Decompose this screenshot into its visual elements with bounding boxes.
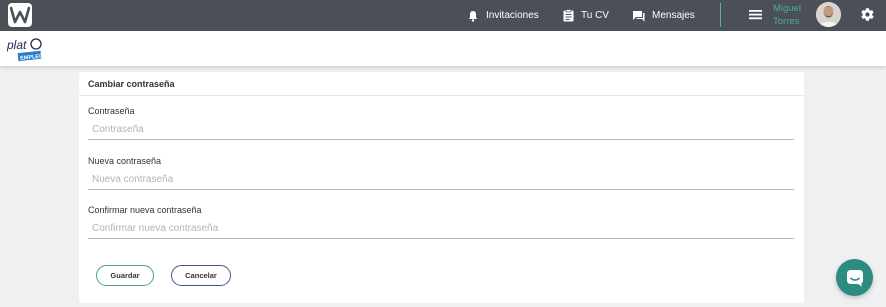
- avatar[interactable]: [816, 2, 841, 27]
- nav-invitations[interactable]: Invitaciones: [467, 0, 539, 31]
- user-photo-icon: [816, 2, 841, 27]
- clipboard-icon: [563, 9, 574, 22]
- nav-cv-label: Tu CV: [581, 10, 609, 21]
- svg-text:EMPLEO: EMPLEO: [20, 53, 43, 61]
- app-logo[interactable]: [8, 3, 32, 27]
- brand-bar: plat EMPLEO: [0, 31, 886, 66]
- new-password-label: Nueva contraseña: [88, 156, 162, 166]
- card-title: Cambiar contraseña: [79, 72, 804, 96]
- chat-icon: [633, 10, 645, 21]
- save-button[interactable]: Guardar: [96, 265, 154, 286]
- cancel-button[interactable]: Cancelar: [171, 265, 231, 286]
- chat-bubble-icon: [846, 269, 863, 286]
- current-password-label: Contraseña: [88, 106, 135, 116]
- nav-divider: [720, 3, 721, 27]
- chat-launcher-button[interactable]: [836, 259, 873, 296]
- top-nav: Invitaciones Tu CV Mensajes Miguel Torre…: [0, 0, 886, 31]
- nav-invitations-label: Invitaciones: [486, 10, 539, 21]
- new-password-input[interactable]: [88, 170, 794, 190]
- gear-icon[interactable]: [860, 7, 875, 22]
- w-logo-icon: [10, 6, 30, 24]
- bell-icon: [468, 10, 478, 22]
- user-first-name: Miguel: [773, 3, 801, 14]
- user-name[interactable]: Miguel Torres: [773, 2, 813, 28]
- confirm-password-label: Confirmar nueva contraseña: [88, 205, 202, 215]
- user-last-name: Torres: [773, 16, 800, 27]
- svg-text:plat: plat: [7, 38, 27, 52]
- current-password-input[interactable]: [88, 120, 794, 140]
- platempleo-logo[interactable]: plat EMPLEO: [7, 34, 43, 64]
- confirm-password-input[interactable]: [88, 219, 794, 239]
- nav-cv[interactable]: Tu CV: [563, 0, 609, 31]
- nav-messages-label: Mensajes: [652, 10, 695, 21]
- change-password-card: Cambiar contraseña Contraseña Nueva cont…: [79, 72, 804, 303]
- nav-messages[interactable]: Mensajes: [632, 0, 695, 31]
- menu-icon[interactable]: [749, 9, 762, 20]
